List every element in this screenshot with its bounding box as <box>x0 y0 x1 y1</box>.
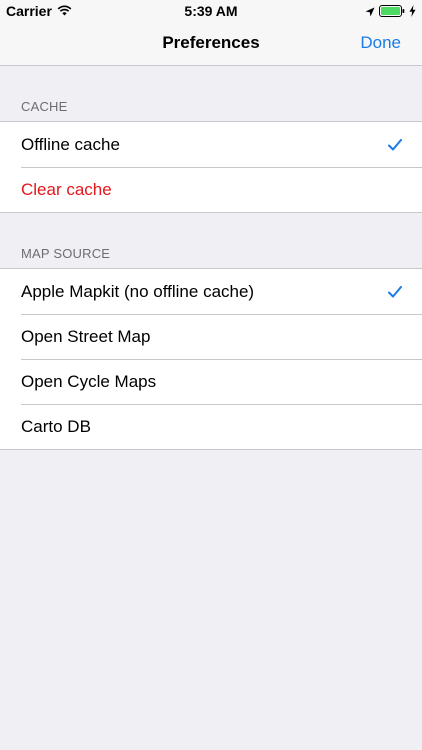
map-source-row-carto-db[interactable]: Carto DB <box>0 404 422 449</box>
map-source-row-open-cycle-maps[interactable]: Open Cycle Maps <box>0 359 422 404</box>
map-source-row-open-street-map[interactable]: Open Street Map <box>0 314 422 359</box>
clear-cache-button[interactable]: Clear cache <box>0 167 422 212</box>
offline-cache-row[interactable]: Offline cache <box>0 122 422 167</box>
status-bar: Carrier 5:39 AM <box>0 0 422 22</box>
checkmark-icon <box>388 136 402 156</box>
battery-icon <box>379 4 405 20</box>
checkmark-icon <box>388 283 402 303</box>
status-time: 5:39 AM <box>184 3 238 19</box>
map-source-group: Apple Mapkit (no offline cache) Open Str… <box>0 268 422 450</box>
done-button[interactable]: Done <box>360 33 401 53</box>
row-label: Clear cache <box>21 179 112 199</box>
map-source-section-header: MAP SOURCE <box>21 246 111 261</box>
row-label: Carto DB <box>21 416 91 436</box>
row-label: Open Street Map <box>21 326 151 346</box>
cache-section-header: CACHE <box>21 99 68 114</box>
navigation-bar: Preferences Done <box>0 22 422 66</box>
cache-group: Offline cache Clear cache <box>0 121 422 213</box>
row-label: Offline cache <box>21 134 120 154</box>
location-arrow-icon <box>365 4 375 20</box>
page-title: Preferences <box>162 33 260 52</box>
status-right <box>365 4 416 20</box>
row-label: Apple Mapkit (no offline cache) <box>21 281 255 301</box>
map-source-row-apple-mapkit[interactable]: Apple Mapkit (no offline cache) <box>0 269 422 314</box>
charging-bolt-icon <box>409 4 416 20</box>
row-label: Open Cycle Maps <box>21 371 157 391</box>
